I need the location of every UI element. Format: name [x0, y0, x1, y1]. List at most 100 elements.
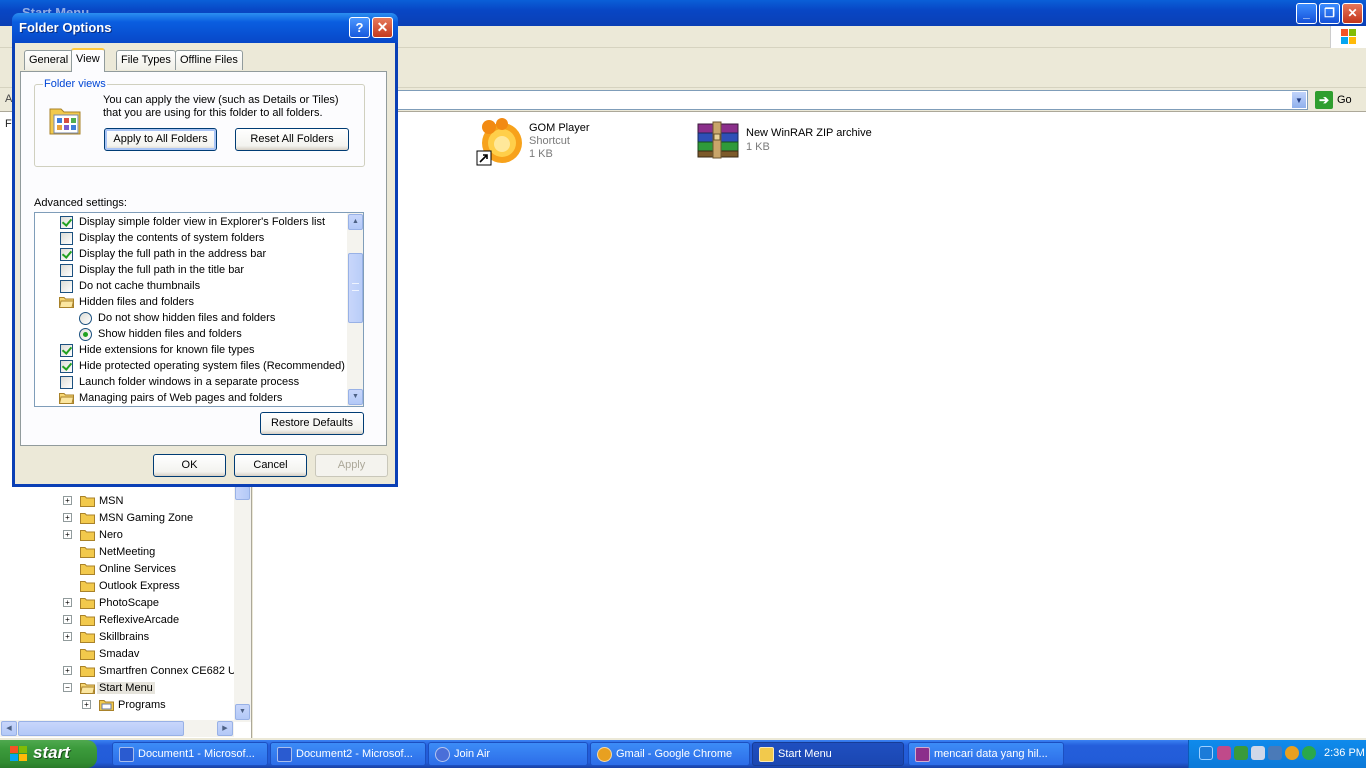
programs-folder-icon	[99, 699, 114, 711]
tray-app-icon[interactable]	[1285, 746, 1299, 760]
expand-icon[interactable]: +	[63, 598, 72, 607]
tab-view[interactable]: View	[71, 48, 105, 72]
checkbox[interactable]	[60, 216, 73, 229]
setting-option[interactable]: Hide protected operating system files (R…	[35, 358, 345, 374]
radio-button[interactable]	[79, 328, 92, 341]
tree-scroll-thumb[interactable]	[235, 486, 250, 500]
cancel-button[interactable]: Cancel	[234, 454, 307, 477]
checkbox[interactable]	[60, 360, 73, 373]
checkbox[interactable]	[60, 232, 73, 245]
tab-file-types[interactable]: File Types	[116, 50, 176, 70]
apply-to-all-folders-button[interactable]: Apply to All Folders	[104, 128, 217, 151]
taskbar-button[interactable]: mencari data yang hil...	[908, 742, 1064, 766]
expand-icon[interactable]: +	[63, 513, 72, 522]
checkbox[interactable]	[60, 344, 73, 357]
tray-arrow-icon[interactable]	[1199, 746, 1213, 760]
scroll-down-icon[interactable]: ▼	[348, 389, 363, 405]
collapse-icon[interactable]: −	[63, 683, 72, 692]
tree-horizontal-scrollbar[interactable]: ◀ ▶	[0, 720, 234, 737]
explorer-close-button[interactable]: ✕	[1342, 3, 1363, 24]
taskbar-button[interactable]: Document2 - Microsof...	[270, 742, 426, 766]
tree-item[interactable]: NetMeeting	[0, 544, 234, 561]
setting-option[interactable]: Do not cache thumbnails	[35, 278, 345, 294]
expand-icon[interactable]: +	[63, 496, 72, 505]
taskbar-button[interactable]: Join Air	[428, 742, 588, 766]
scroll-down-icon[interactable]: ▼	[235, 704, 250, 720]
setting-label: Do not show hidden files and folders	[98, 312, 276, 324]
tree-vertical-scrollbar[interactable]: ▼	[234, 480, 251, 722]
folder-icon	[80, 597, 95, 609]
restore-button[interactable]: ❐	[1319, 3, 1340, 24]
setting-label: Hide extensions for known file types	[79, 344, 255, 356]
address-input[interactable]	[396, 90, 1308, 110]
file-item-gom-player[interactable]: GOM Player Shortcut 1 KB	[475, 118, 675, 170]
expand-icon[interactable]: +	[63, 666, 72, 675]
setting-option[interactable]: Launch folder windows in a separate proc…	[35, 374, 345, 390]
scroll-left-icon[interactable]: ◀	[1, 721, 17, 736]
tab-general[interactable]: General	[24, 50, 74, 70]
checkbox[interactable]	[60, 248, 73, 261]
ok-button[interactable]: OK	[153, 454, 226, 477]
close-button[interactable]: ✕	[372, 17, 393, 38]
expand-icon[interactable]: +	[82, 700, 91, 709]
scroll-up-icon[interactable]: ▲	[348, 214, 363, 230]
word-icon	[119, 747, 134, 762]
taskbar-button[interactable]: Document1 - Microsof...	[112, 742, 268, 766]
checkbox[interactable]	[60, 264, 73, 277]
tree-item[interactable]: + Skillbrains	[0, 629, 234, 646]
file-item-winrar-archive[interactable]: New WinRAR ZIP archive 1 KB	[696, 120, 916, 168]
scroll-right-icon[interactable]: ▶	[217, 721, 233, 736]
setting-option[interactable]: Display the full path in the title bar	[35, 262, 345, 278]
reset-all-folders-button[interactable]: Reset All Folders	[235, 128, 349, 151]
setting-option[interactable]: Display the contents of system folders	[35, 230, 345, 246]
tree-item[interactable]: Outlook Express	[0, 578, 234, 595]
tree-item-label: MSN Gaming Zone	[99, 512, 194, 524]
tree-item[interactable]: + PhotoScape	[0, 595, 234, 612]
tree-item[interactable]: − Start Menu	[0, 680, 234, 697]
expand-icon[interactable]: +	[63, 530, 72, 539]
tray-update-icon[interactable]	[1302, 746, 1316, 760]
checkbox[interactable]	[60, 376, 73, 389]
advanced-settings-scrollbar[interactable]: ▲ ▼	[347, 213, 363, 406]
setting-option[interactable]: Show hidden files and folders	[35, 326, 345, 342]
radio-button[interactable]	[79, 312, 92, 325]
go-button[interactable]: ➔ Go	[1313, 90, 1363, 110]
setting-option[interactable]: Hide extensions for known file types	[35, 342, 345, 358]
taskbar-button[interactable]: Start Menu	[752, 742, 904, 766]
tree-item[interactable]: + ReflexiveArcade	[0, 612, 234, 629]
tree-item[interactable]: + MSN Gaming Zone	[0, 510, 234, 527]
expand-icon[interactable]: +	[63, 632, 72, 641]
tree-item[interactable]: + Nero	[0, 527, 234, 544]
advanced-settings-list[interactable]: Display simple folder view in Explorer's…	[34, 212, 364, 407]
file-name: New WinRAR ZIP archive	[746, 127, 872, 139]
tree-item[interactable]: Smadav	[0, 646, 234, 663]
tray-modem-icon[interactable]	[1268, 746, 1282, 760]
tray-network-icon[interactable]	[1217, 746, 1231, 760]
start-button[interactable]: start	[0, 740, 97, 768]
tree-item-label: PhotoScape	[99, 597, 159, 609]
restore-defaults-button[interactable]: Restore Defaults	[260, 412, 364, 435]
address-dropdown-icon[interactable]: ▼	[1291, 91, 1307, 109]
setting-option[interactable]: Display simple folder view in Explorer's…	[35, 214, 345, 230]
tab-offline-files[interactable]: Offline Files	[175, 50, 243, 70]
taskbar-button[interactable]: Gmail - Google Chrome	[590, 742, 750, 766]
apply-button[interactable]: Apply	[315, 454, 388, 477]
tree-item[interactable]: + Programs	[0, 697, 234, 714]
tray-volume-icon[interactable]	[1251, 746, 1265, 760]
dialog-title-bar[interactable]: Folder Options ? ✕	[12, 13, 398, 43]
tree-hscroll-thumb[interactable]	[18, 721, 184, 736]
setting-option[interactable]: Display the full path in the address bar	[35, 246, 345, 262]
expand-icon[interactable]: +	[63, 615, 72, 624]
minimize-button[interactable]: _	[1296, 3, 1317, 24]
tree-item[interactable]: Online Services	[0, 561, 234, 578]
windows-flag-icon	[10, 746, 30, 762]
file-list[interactable]: GOM Player Shortcut 1 KB New WinRAR ZIP …	[253, 112, 1366, 738]
setting-option[interactable]: Do not show hidden files and folders	[35, 310, 345, 326]
tray-antivirus-icon[interactable]	[1234, 746, 1248, 760]
advanced-scroll-thumb[interactable]	[348, 253, 363, 323]
folder-icon	[80, 614, 95, 626]
tree-item[interactable]: + MSN	[0, 493, 234, 510]
checkbox[interactable]	[60, 280, 73, 293]
help-button[interactable]: ?	[349, 17, 370, 38]
tree-item[interactable]: + Smartfren Connex CE682 U	[0, 663, 236, 680]
